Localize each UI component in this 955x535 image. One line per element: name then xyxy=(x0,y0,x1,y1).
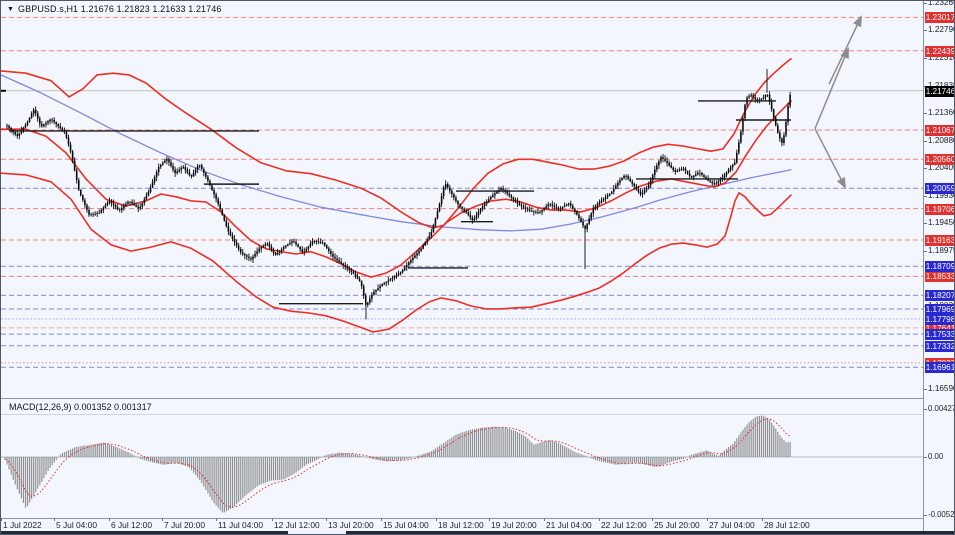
price-level-tag: 1.18533 xyxy=(925,271,955,282)
price-level-tag: 1.22439 xyxy=(925,46,955,57)
time-axis-label: 7 Jul 20:00 xyxy=(164,520,205,530)
time-axis-label: 15 Jul 04:00 xyxy=(383,520,429,530)
chart-title: ▼ GBPUSD.s,H1 1.21676 1.21823 1.21633 1.2… xyxy=(7,4,221,14)
symbol-ohlc-text: GBPUSD.s,H1 1.21676 1.21823 1.21633 1.21… xyxy=(18,4,221,14)
candlesticks xyxy=(6,69,791,319)
macd-histogram xyxy=(5,416,790,513)
axis-tick-label: 1.23265 xyxy=(928,0,955,8)
price-level-tag: 1.19706 xyxy=(925,204,955,215)
ohlc-toggle-icon[interactable]: ▼ xyxy=(7,6,14,13)
price-level-tag: 1.21067 xyxy=(925,125,955,136)
price-axis[interactable]: 1.232651.227901.223101.218351.213601.208… xyxy=(923,1,955,531)
price-level-tag: 1.17533 xyxy=(925,329,955,340)
price-level-tag: 1.17332 xyxy=(925,341,955,352)
projection-arrow[interactable] xyxy=(815,129,845,187)
time-axis-label: 27 Jul 04:00 xyxy=(709,520,755,530)
panel-separator[interactable] xyxy=(1,398,923,399)
macd-axis-label: -0.005202 xyxy=(928,510,955,520)
price-level-tag: 1.17798 xyxy=(925,314,955,325)
axis-tick-label: 1.19450 xyxy=(928,218,955,228)
price-level-tag: 1.18207 xyxy=(925,290,955,301)
scrollbar-gap xyxy=(288,531,346,535)
time-axis[interactable]: 1 Jul 2022 5 Jul 04:00 6 Jul 12:00 7 Jul 20… xyxy=(1,519,923,531)
price-level-tag: 1.16961 xyxy=(925,362,955,373)
indicator-curve xyxy=(1,59,791,228)
time-axis-label: 22 Jul 12:00 xyxy=(601,520,647,530)
macd-axis-label: 0.00 xyxy=(928,452,943,462)
macd-signal-line xyxy=(5,419,790,507)
price-level-tag: 1.20059 xyxy=(925,183,955,194)
chart-window: ▼ GBPUSD.s,H1 1.21676 1.21823 1.21633 1.2… xyxy=(0,0,955,535)
time-axis-label: 5 Jul 04:00 xyxy=(56,520,97,530)
time-axis-label: 21 Jul 04:00 xyxy=(546,520,592,530)
macd-panel[interactable] xyxy=(1,400,923,518)
indicator-curve xyxy=(1,101,791,277)
macd-indicator-label: MACD(12,26,9) 0.001352 0.001317 xyxy=(9,402,152,412)
time-axis-label: 1 Jul 2022 xyxy=(3,520,42,530)
macd-label-divider xyxy=(1,414,923,415)
axis-tick-label: 1.18975 xyxy=(928,246,955,256)
time-axis-label: 13 Jul 20:00 xyxy=(328,520,374,530)
time-axis-label: 6 Jul 12:00 xyxy=(111,520,152,530)
time-axis-label: 28 Jul 12:00 xyxy=(764,520,810,530)
axis-tick-label: 1.21360 xyxy=(928,108,955,118)
axis-tick-label: 1.22790 xyxy=(928,25,955,35)
price-level-tag: 1.18709 xyxy=(925,261,955,272)
time-axis-label: 12 Jul 12:00 xyxy=(274,520,320,530)
axis-tick-label: 1.16590 xyxy=(928,384,955,394)
time-axis-label: 11 Jul 04:00 xyxy=(218,520,263,530)
axis-tick-label: 1.20880 xyxy=(928,136,955,146)
current-price-left-tick xyxy=(1,90,6,92)
horizontal-scrollbar[interactable] xyxy=(1,531,955,535)
time-axis-label: 19 Jul 20:00 xyxy=(491,520,537,530)
price-level-tag: 1.23017 xyxy=(925,12,955,23)
price-level-tag: 1.19163 xyxy=(925,235,955,246)
current-price-tag: 1.21746 xyxy=(925,86,955,97)
projection-arrow[interactable] xyxy=(815,49,848,129)
time-axis-label: 18 Jul 12:00 xyxy=(438,520,484,530)
price-level-tag: 1.20560 xyxy=(925,154,955,165)
macd-axis-label: 0.00427 xyxy=(928,404,955,414)
time-axis-label: 25 Jul 20:00 xyxy=(654,520,700,530)
main-chart-panel[interactable] xyxy=(1,1,923,398)
